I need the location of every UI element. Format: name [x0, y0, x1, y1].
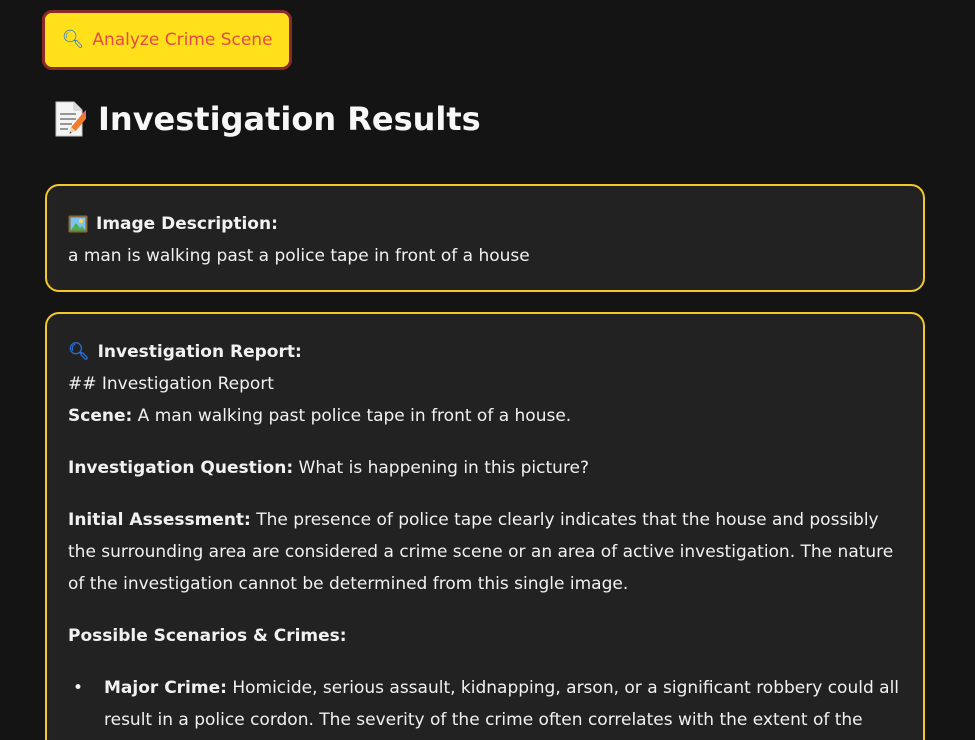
assessment-label: Initial Assessment: — [68, 510, 251, 530]
scene-label: Scene: — [68, 406, 133, 426]
assessment-paragraph: Initial Assessment: The presence of poli… — [68, 504, 902, 600]
memo-icon — [55, 101, 86, 137]
results-heading: Investigation Results — [52, 100, 481, 138]
investigation-report-label: Investigation Report: — [97, 342, 302, 362]
scene-paragraph: Scene: A man walking past police tape in… — [68, 400, 902, 432]
scene-text: A man walking past police tape in front … — [132, 406, 572, 426]
question-label: Investigation Question: — [68, 458, 294, 478]
question-paragraph: Investigation Question: What is happenin… — [68, 452, 902, 484]
image-description-label: Image Description: — [96, 214, 278, 234]
report-markdown-heading: ## Investigation Report — [68, 374, 274, 394]
image-description-title: Image Description: — [68, 208, 902, 240]
page: 🔍︎ Analyze Crime Scene Investigation Res… — [0, 0, 975, 740]
scenarios-list: • Major Crime: Homicide, serious assault,… — [68, 672, 902, 740]
results-heading-text: Investigation Results — [98, 100, 481, 138]
magnifying-glass-icon: 🔍︎ — [61, 29, 85, 50]
bullet-label: Major Crime: — [104, 678, 227, 698]
image-description-card: Image Description: a man is walking past… — [45, 184, 925, 292]
analyze-button-label: Analyze Crime Scene — [92, 30, 273, 50]
list-item: • Major Crime: Homicide, serious assault,… — [68, 672, 902, 740]
bullet-dot: • — [73, 678, 84, 698]
scenarios-label: Possible Scenarios & Crimes: — [68, 626, 347, 646]
magnifying-glass-icon: 🔍︎ — [68, 341, 90, 362]
question-text: What is happening in this picture? — [293, 458, 590, 478]
framed-picture-icon — [68, 215, 88, 233]
analyze-crime-scene-button[interactable]: 🔍︎ Analyze Crime Scene — [42, 10, 292, 70]
image-description-text: a man is walking past a police tape in f… — [68, 246, 530, 266]
investigation-report-title: 🔍︎ Investigation Report: — [68, 336, 902, 368]
investigation-report-card: 🔍︎ Investigation Report: ## Investigatio… — [45, 312, 925, 740]
scenarios-heading: Possible Scenarios & Crimes: — [68, 620, 902, 652]
